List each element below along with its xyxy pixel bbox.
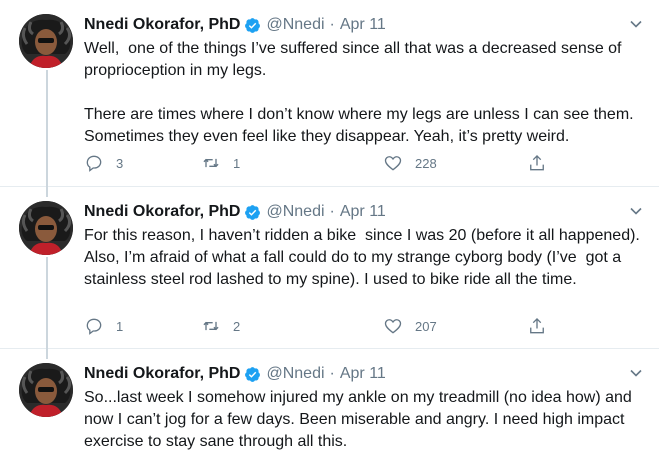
chevron-down-icon[interactable]	[629, 17, 643, 31]
verified-badge-icon	[245, 17, 261, 33]
verified-badge-icon	[245, 204, 261, 220]
retweet-icon	[203, 321, 219, 331]
retweet-count: 2	[233, 318, 241, 334]
author-handle[interactable]: @Nnedi	[266, 365, 324, 383]
heart-icon	[384, 319, 402, 334]
thread-connector	[46, 187, 48, 197]
tweet-date[interactable]: Apr 11	[340, 16, 386, 34]
retweet-count: 1	[233, 155, 241, 171]
tweet-text: For this reason, I haven’t ridden a bike…	[84, 227, 644, 288]
tweet-content: Nnedi Okorafor, PhD @Nnedi · Apr 11 For …	[84, 201, 643, 291]
tweet-1[interactable]: Nnedi Okorafor, PhD @Nnedi · Apr 11 Well…	[0, 0, 659, 187]
reply-count: 3	[116, 155, 124, 171]
reply-icon	[86, 318, 102, 335]
author-name[interactable]: Nnedi Okorafor, PhD	[84, 365, 240, 383]
tweet-content: Nnedi Okorafor, PhD @Nnedi · Apr 11 So..…	[84, 363, 643, 453]
tweet-header: Nnedi Okorafor, PhD @Nnedi · Apr 11	[84, 363, 643, 385]
separator-dot: ·	[329, 365, 335, 382]
thread-connector	[46, 70, 48, 187]
share-icon	[530, 317, 544, 334]
share-button[interactable]	[527, 316, 559, 336]
avatar[interactable]	[19, 14, 73, 68]
retweet-icon	[203, 158, 219, 168]
tweet-header: Nnedi Okorafor, PhD @Nnedi · Apr 11	[84, 14, 643, 36]
tweet-3[interactable]: Nnedi Okorafor, PhD @Nnedi · Apr 11 So..…	[0, 349, 659, 463]
tweet-text: So...last week I somehow injured my ankl…	[84, 389, 637, 450]
thread-connector	[46, 257, 48, 349]
retweet-button[interactable]: 2	[201, 316, 240, 336]
author-handle[interactable]: @Nnedi	[266, 203, 324, 221]
like-count: 207	[415, 318, 437, 334]
share-button[interactable]	[527, 153, 559, 173]
tweet-date[interactable]: Apr 11	[340, 203, 386, 221]
avatar[interactable]	[19, 363, 73, 417]
avatar[interactable]	[19, 201, 73, 255]
like-count: 228	[415, 155, 437, 171]
author-name[interactable]: Nnedi Okorafor, PhD	[84, 203, 240, 221]
tweet-header: Nnedi Okorafor, PhD @Nnedi · Apr 11	[84, 201, 643, 223]
retweet-button[interactable]: 1	[201, 153, 240, 173]
author-name[interactable]: Nnedi Okorafor, PhD	[84, 16, 240, 34]
reply-count: 1	[116, 318, 124, 334]
verified-badge-icon	[245, 366, 261, 382]
reply-button[interactable]: 3	[84, 153, 123, 173]
like-button[interactable]: 207	[383, 316, 437, 336]
chevron-down-icon[interactable]	[629, 366, 643, 380]
thread-connector	[46, 349, 48, 359]
like-button[interactable]: 228	[383, 153, 437, 173]
tweet-content: Nnedi Okorafor, PhD @Nnedi · Apr 11 Well…	[84, 14, 643, 148]
share-icon	[530, 154, 544, 171]
heart-icon	[384, 156, 402, 171]
author-handle[interactable]: @Nnedi	[266, 16, 324, 34]
tweet-2[interactable]: Nnedi Okorafor, PhD @Nnedi · Apr 11 For …	[0, 187, 659, 349]
separator-dot: ·	[329, 203, 335, 220]
chevron-down-icon[interactable]	[629, 204, 643, 218]
separator-dot: ·	[329, 16, 335, 33]
tweet-thread: Nnedi Okorafor, PhD @Nnedi · Apr 11 Well…	[0, 0, 659, 463]
tweet-text: Well, one of the things I’ve suffered si…	[84, 40, 634, 145]
reply-button[interactable]: 1	[84, 316, 123, 336]
tweet-date[interactable]: Apr 11	[340, 365, 386, 383]
reply-icon	[86, 155, 102, 172]
